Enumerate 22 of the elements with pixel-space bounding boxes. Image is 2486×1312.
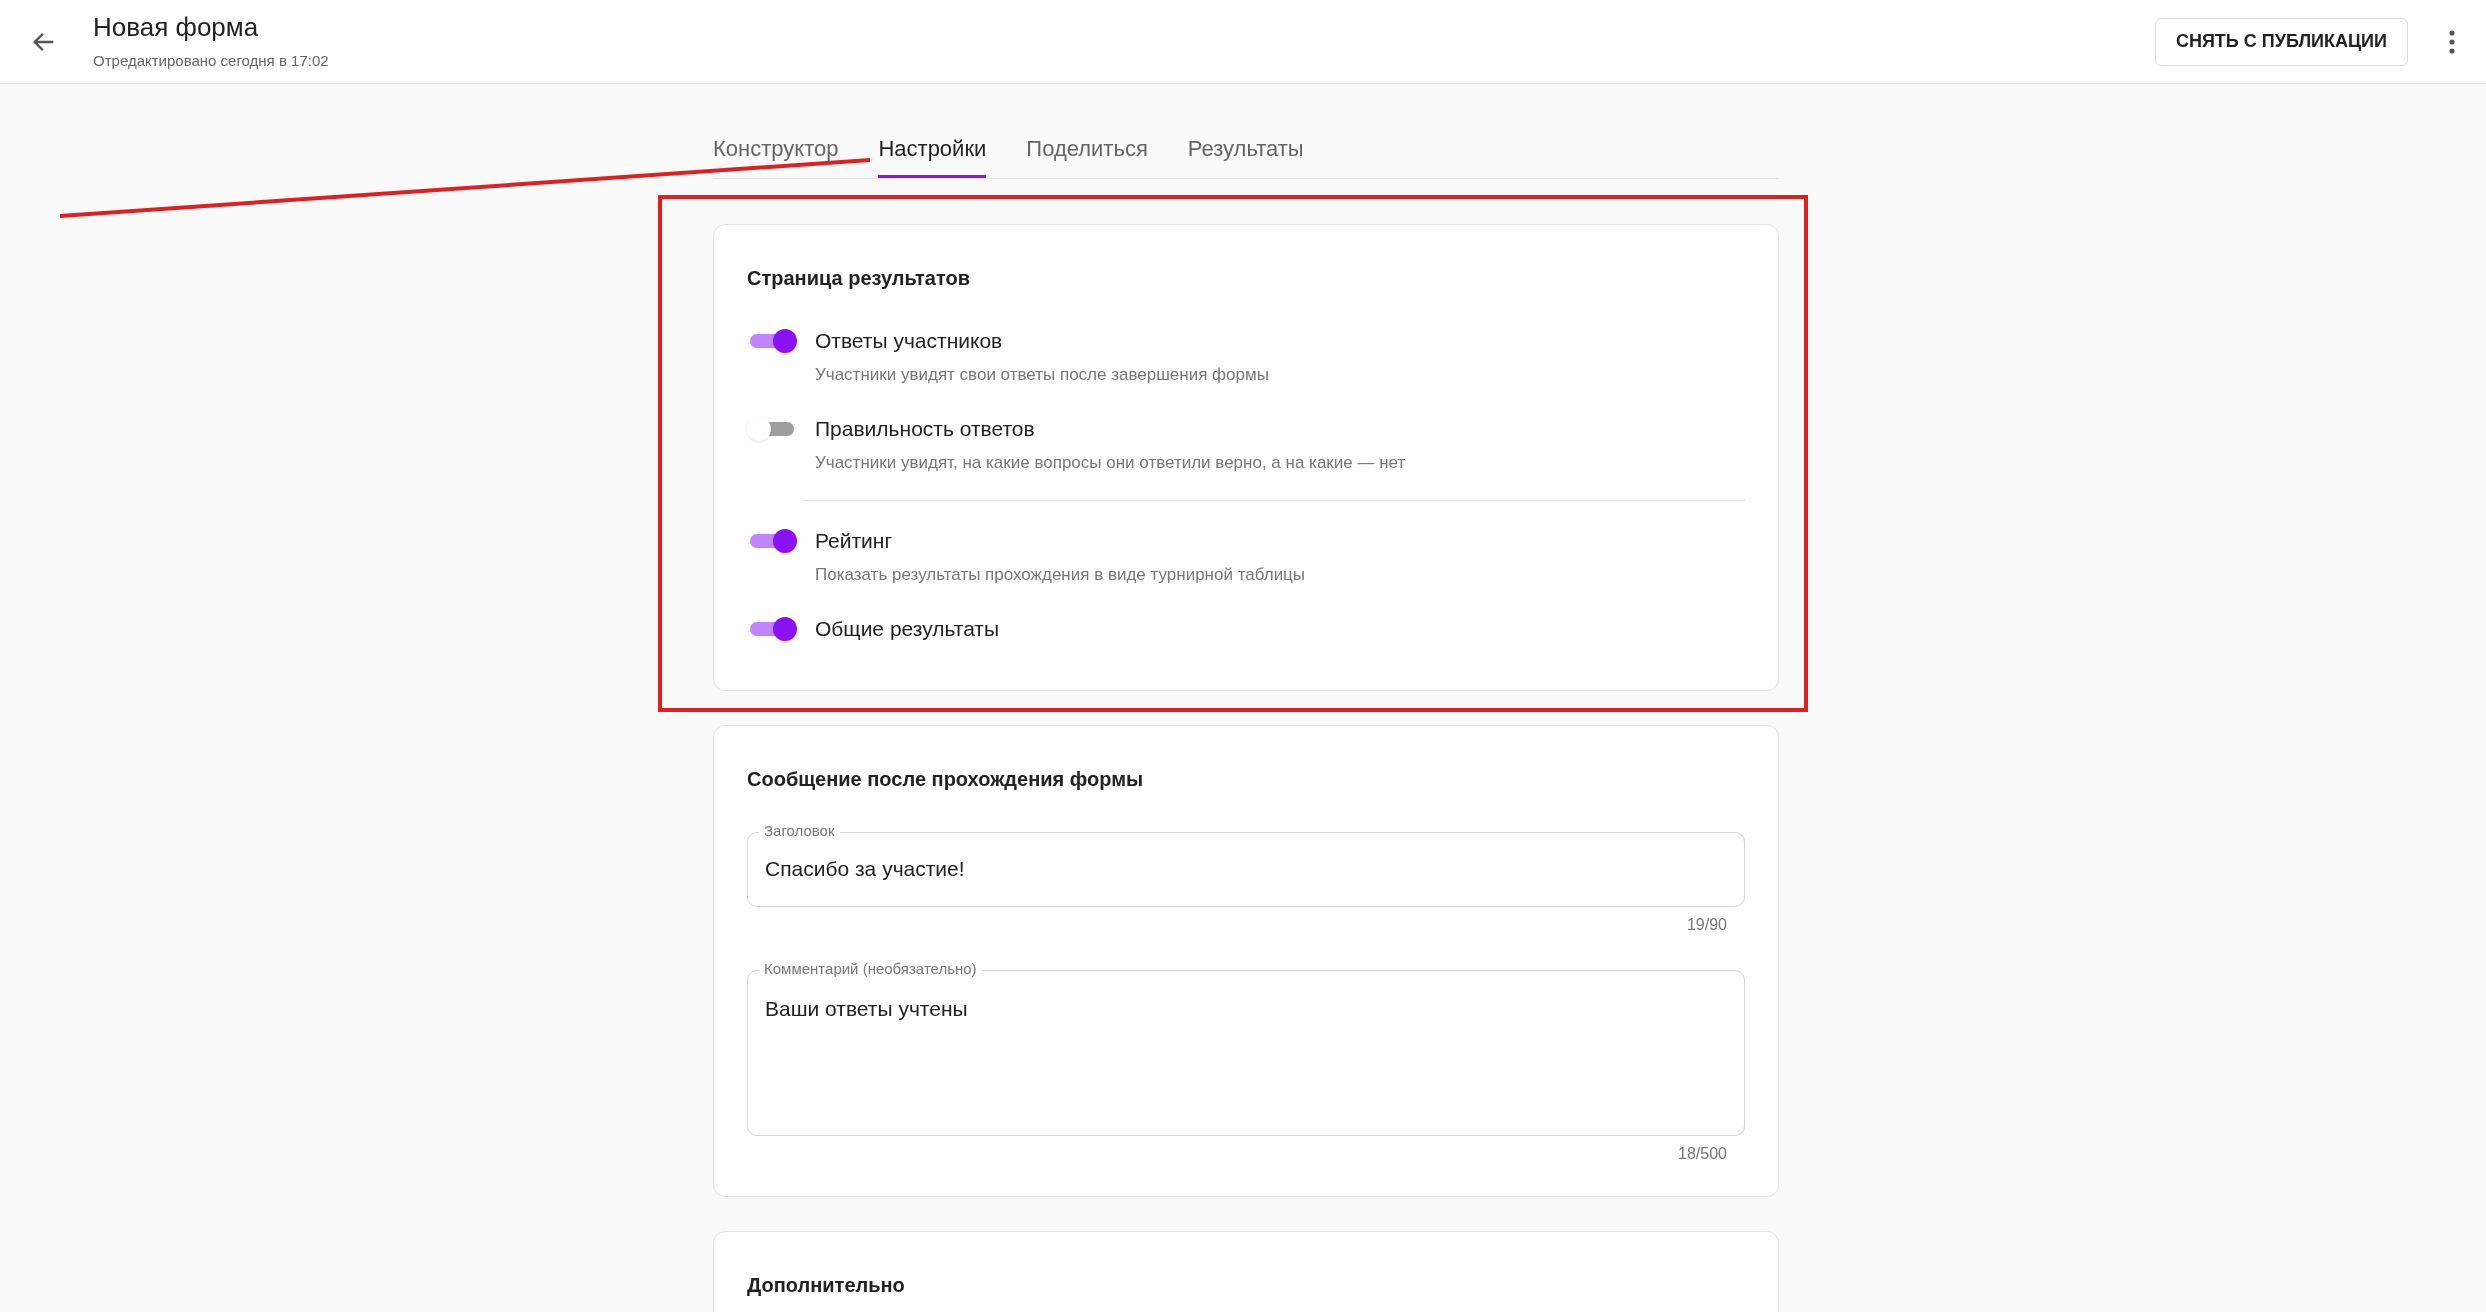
unpublish-button[interactable]: СНЯТЬ С ПУБЛИКАЦИИ — [2154, 17, 2408, 66]
card-heading: Дополнительно — [747, 1273, 905, 1296]
toggle-label: Правильность ответов — [815, 415, 1036, 442]
tab[interactable]: Поделиться — [1026, 132, 1148, 178]
toggle-label: Рейтинг — [815, 528, 894, 554]
form-title: Новая форма — [93, 11, 260, 45]
tab[interactable]: Настройки — [878, 132, 987, 178]
toggle-label: Общие результаты — [815, 615, 1000, 642]
field-value: Ваши ответы учтены — [765, 996, 968, 1020]
edit-timestamp: Отредактировано сегодня в 17:02 — [93, 51, 329, 72]
card-heading: Страница результатов — [747, 266, 972, 291]
toggle-label: Ответы участников — [815, 328, 1004, 354]
character-counter: 18/500 — [1678, 1143, 1727, 1164]
more-menu-icon[interactable] — [2448, 28, 2456, 55]
toggle-description: Участники увидят, на какие вопросы они ответили верно, а на какие — нет — [815, 451, 1406, 474]
character-counter: 19/90 — [1686, 914, 1727, 935]
card-heading: Сообщение после прохождения формы — [747, 766, 1145, 792]
tab[interactable]: Результаты — [1187, 132, 1304, 178]
toggle-description: Показать результаты прохождения в виде турнирной таблицы — [815, 564, 1306, 586]
field-value: Спасибо за участие! — [765, 856, 965, 883]
toggle-description: Участники увидят свои ответы после завершения формы — [815, 364, 1269, 386]
tab[interactable]: Конструктор — [713, 132, 839, 178]
